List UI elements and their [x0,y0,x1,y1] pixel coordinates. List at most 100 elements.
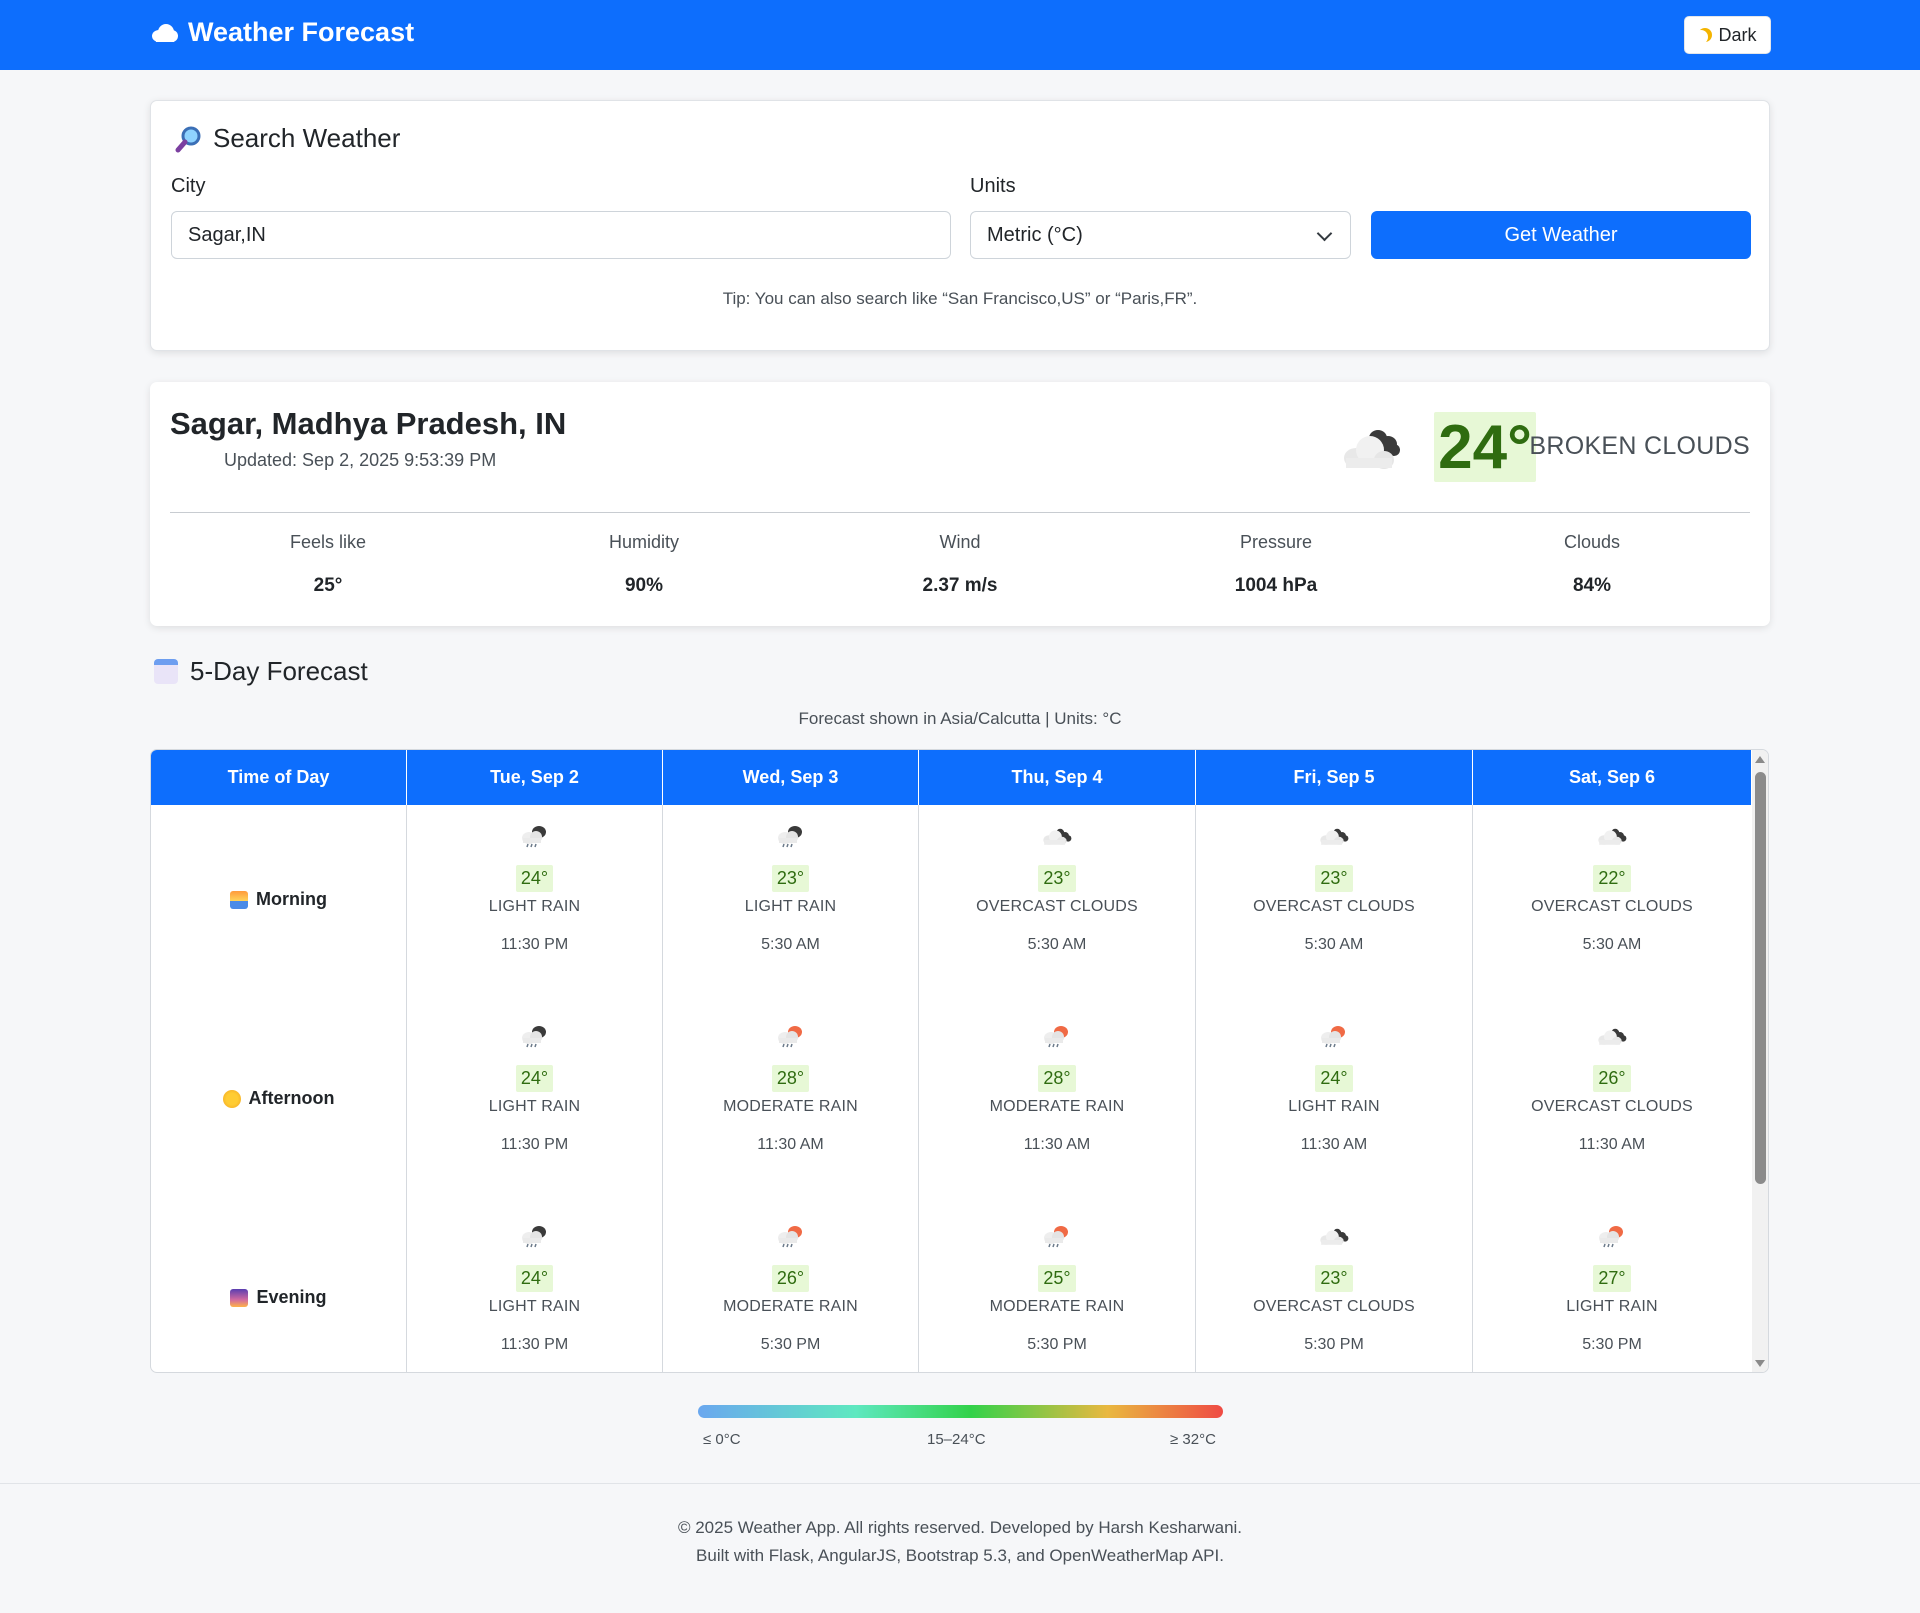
rain-night-icon [407,1223,662,1249]
stat-feels-like: Feels like 25° [170,532,486,597]
broken-clouds-icon [1344,430,1400,469]
units-select[interactable]: Metric (°C) [970,211,1351,259]
brand[interactable]: Weather Forecast [150,17,414,48]
forecast-subtitle: Forecast shown in Asia/Calcutta | Units:… [798,709,1122,728]
time-of-day-column: Morning Afternoon Evening [151,805,407,1372]
forecast-temp: 24° [515,865,554,892]
time-of-day-label: Afternoon [248,1088,335,1108]
stat-label: Pressure [1239,532,1313,552]
units-label: Units [970,175,1016,197]
forecast-cell: 24° LIGHT RAIN 11:30 PM [407,823,662,954]
current-weather-card: Sagar, Madhya Pradesh, IN Updated: Sep 2… [150,382,1770,626]
forecast-time: 5:30 AM [1582,936,1642,953]
forecast-temp: 28° [771,1065,810,1092]
forecast-day-column: 24° LIGHT RAIN 11:30 PM 24° LIGHT RAIN 11:30 … [407,805,663,1372]
forecast-temp: 26° [1593,1065,1631,1092]
forecast-description: OVERCAST CLOUDS [976,898,1138,915]
time-of-day-morning: Morning [151,889,406,910]
forecast-cell: 26° OVERCAST CLOUDS 11:30 AM [1473,1023,1751,1154]
forecast-day-column: 22° OVERCAST CLOUDS 5:30 AM 26° OVERCAST CLO… [1473,805,1751,1372]
forecast-time: 11:30 PM [500,936,569,953]
rain-day-icon [1473,1223,1751,1249]
header-day: Fri, Sep 5 [1196,750,1473,805]
forecast-description: OVERCAST CLOUDS [1253,898,1415,915]
overcast-clouds-icon [1196,823,1472,849]
stat-value: 1004 hPa [1234,575,1318,596]
sunrise-icon [230,890,248,909]
header-day: Tue, Sep 2 [407,750,663,805]
footer-copyright: © 2025 Weather App. All rights reserved.… [677,1518,1243,1537]
stat-value: 84% [1572,575,1612,596]
rain-night-icon [407,1023,662,1049]
forecast-time: 5:30 AM [1304,936,1364,953]
header-time-of-day: Time of Day [151,750,407,805]
forecast-table-header: Time of Day Tue, Sep 2 Wed, Sep 3 Thu, S… [151,750,1751,805]
forecast-time: 5:30 AM [1027,936,1087,953]
sunset-icon [230,1288,249,1307]
stat-label: Humidity [608,532,679,552]
divider [170,512,1750,513]
forecast-description: OVERCAST CLOUDS [1531,1098,1693,1115]
stat-pressure: Pressure 1004 hPa [1118,532,1434,597]
forecast-description: LIGHT RAIN [1566,1298,1658,1315]
forecast-description: OVERCAST CLOUDS [1531,898,1693,915]
scroll-up-arrow-icon[interactable] [1755,756,1765,763]
stat-label: Clouds [1563,532,1621,552]
forecast-table[interactable]: Time of Day Tue, Sep 2 Wed, Sep 3 Thu, S… [150,749,1769,1373]
time-of-day-afternoon: Afternoon [151,1088,406,1109]
forecast-time: 11:30 PM [500,1136,569,1153]
time-of-day-label: Evening [256,1287,327,1307]
forecast-temp: 23° [1315,1265,1353,1292]
forecast-cell: 24° LIGHT RAIN 11:30 AM [1196,1023,1472,1154]
scroll-down-arrow-icon[interactable] [1755,1360,1765,1367]
forecast-description: MODERATE RAIN [989,1098,1125,1115]
forecast-description: MODERATE RAIN [989,1298,1125,1315]
forecast-temp: 26° [771,1265,810,1292]
forecast-description: LIGHT RAIN [1288,1098,1380,1115]
legend-mid-label: 15–24°C [927,1431,986,1448]
header-day: Wed, Sep 3 [663,750,919,805]
forecast-time: 11:30 AM [757,1136,824,1153]
forecast-cell: 27° LIGHT RAIN 5:30 PM [1473,1223,1751,1354]
stat-label: Wind [939,532,981,552]
forecast-cell: 25° MODERATE RAIN 5:30 PM [919,1223,1195,1354]
rain-day-icon [663,1223,918,1249]
overcast-clouds-icon [1196,1223,1472,1249]
temperature-color-legend [698,1405,1223,1418]
updated-timestamp: Updated: Sep 2, 2025 9:53:39 PM [224,450,497,470]
get-weather-button[interactable]: Get Weather [1371,211,1751,259]
stat-value: 2.37 m/s [922,575,998,596]
forecast-cell: 23° LIGHT RAIN 5:30 AM [663,823,918,954]
forecast-time: 11:30 AM [1023,1136,1091,1153]
calendar-icon [154,659,178,684]
forecast-temp: 27° [1593,1265,1631,1292]
forecast-cell: 23° OVERCAST CLOUDS 5:30 AM [1196,823,1472,954]
stat-humidity: Humidity 90% [486,532,802,597]
forecast-description: LIGHT RAIN [744,898,837,915]
dark-mode-toggle-button[interactable]: Dark [1684,16,1771,54]
forecast-day-column: 23° OVERCAST CLOUDS 5:30 AM 28° MODERATE RAI… [919,805,1196,1372]
chevron-down-icon [1316,225,1333,242]
stat-clouds: Clouds 84% [1434,532,1750,597]
time-of-day-evening: Evening [151,1287,406,1308]
forecast-description: LIGHT RAIN [488,1298,581,1315]
sun-icon [222,1089,241,1108]
scrollbar-thumb[interactable] [1755,772,1766,1184]
city-input[interactable] [171,211,951,259]
legend-low-label: ≤ 0°C [703,1431,741,1448]
city-label: City [171,175,206,197]
header-day: Sat, Sep 6 [1568,767,1656,787]
forecast-cell: 23° OVERCAST CLOUDS 5:30 AM [919,823,1195,954]
forecast-temp: 23° [1038,865,1076,892]
table-scrollbar[interactable] [1752,750,1768,1372]
stat-wind: Wind 2.37 m/s [802,532,1118,597]
forecast-temp: 22° [1593,865,1631,892]
current-stats: Feels like 25° Humidity 90% Wind 2.37 m/… [170,532,1750,597]
forecast-time: 5:30 PM [1027,1336,1087,1353]
location-title: Sagar, Madhya Pradesh, IN [170,406,567,441]
forecast-temp: 24° [1315,1065,1353,1092]
current-temperature: 24° [1434,412,1536,482]
units-selected-value: Metric (°C) [987,223,1083,246]
forecast-description: LIGHT RAIN [488,898,581,915]
forecast-temp: 23° [1315,865,1353,892]
